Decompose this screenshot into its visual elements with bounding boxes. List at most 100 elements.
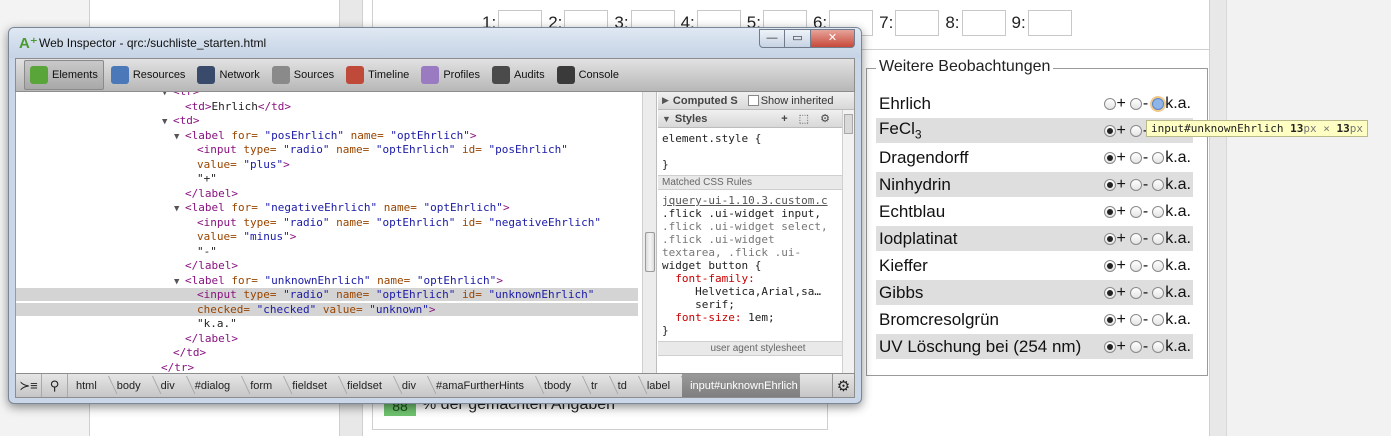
gear-icon[interactable]: ⚙ <box>832 374 854 397</box>
radio-minus[interactable] <box>1129 97 1142 110</box>
close-button[interactable]: ✕ <box>811 29 855 48</box>
title-bar[interactable]: A⁺ Web Inspector - qrc:/suchliste_starte… <box>9 28 861 58</box>
tab-profiles[interactable]: Profiles <box>416 60 485 90</box>
radio-plus[interactable] <box>1103 286 1116 299</box>
radio-minus[interactable] <box>1129 286 1142 299</box>
radio-unknown[interactable] <box>1152 340 1165 353</box>
radio-plus[interactable] <box>1103 124 1116 137</box>
radio-unknown[interactable] <box>1152 286 1165 299</box>
dom-node-line[interactable]: value= "plus"> <box>16 158 638 171</box>
breadcrumb-current[interactable]: input#unknownEhrlich <box>682 374 801 397</box>
breadcrumb-item[interactable]: div <box>153 374 187 397</box>
number-input[interactable] <box>895 10 940 36</box>
styles-scrollbar-thumb[interactable] <box>844 114 853 134</box>
radio-plus[interactable] <box>1103 340 1116 353</box>
minimize-button[interactable]: — <box>759 29 785 48</box>
dom-node-line[interactable]: </label> <box>16 332 638 345</box>
breadcrumb-item[interactable]: html <box>68 374 109 397</box>
dom-node-line[interactable]: <input type= "radio" name= "optEhrlich" … <box>16 288 638 301</box>
show-inherited-checkbox[interactable] <box>747 95 759 106</box>
radio-plus[interactable] <box>1103 232 1116 245</box>
radio-minus[interactable] <box>1129 151 1142 164</box>
tab-resources[interactable]: Resources <box>106 60 191 90</box>
dom-node-line[interactable]: ▼ <label for= "unknownEhrlich" name= "opt… <box>16 274 638 287</box>
breadcrumb-item[interactable]: tr <box>583 374 610 397</box>
dom-node-line[interactable]: "k.a." <box>16 317 638 330</box>
radio-plus[interactable] <box>1103 151 1116 164</box>
dom-node-line[interactable]: checked= "checked" value= "unknown"> <box>16 302 638 316</box>
radio-unknown[interactable] <box>1152 313 1165 326</box>
breadcrumb-item[interactable]: tbody <box>536 374 583 397</box>
console-toggle-button[interactable]: ≻≡ <box>16 374 42 397</box>
radio-plus[interactable] <box>1103 259 1116 272</box>
disclosure-triangle-icon[interactable]: ▼ <box>174 203 185 216</box>
radio-plus[interactable] <box>1103 313 1116 326</box>
stylesheet-link[interactable]: jquery-ui-1.10.3.custom.c <box>662 194 850 207</box>
radio-plus[interactable] <box>1103 97 1116 110</box>
tab-elements[interactable]: Elements <box>24 60 104 90</box>
dom-node-line[interactable]: </label> <box>16 187 638 200</box>
radio-minus[interactable] <box>1129 259 1142 272</box>
tab-audits[interactable]: Audits <box>487 60 550 90</box>
breadcrumb-item[interactable]: #dialog <box>187 374 242 397</box>
dom-tree[interactable]: ▼<tr> <td>Ehrlich</td>▼<td> ▼<label for= "… <box>16 92 642 373</box>
radio-plus[interactable] <box>1103 178 1116 191</box>
dom-node-line[interactable]: <input type= "radio" name= "optEhrlich" … <box>16 216 638 229</box>
number-input[interactable] <box>961 10 1006 36</box>
matched-rule[interactable]: jquery-ui-1.10.3.custom.c .flick .ui-wid… <box>658 190 854 341</box>
disclosure-triangle-icon[interactable]: ▼ <box>174 131 185 144</box>
radio-unknown[interactable] <box>1152 178 1165 191</box>
dom-node-line[interactable]: </td> <box>16 346 638 359</box>
styles-actions-icon[interactable]: + ⬚ ⚙ <box>781 112 834 125</box>
breadcrumb-item[interactable]: label <box>639 374 682 397</box>
breadcrumb-item[interactable]: #amaFurtherHints <box>428 374 536 397</box>
disclosure-triangle-icon[interactable]: ▼ <box>174 276 185 289</box>
radio-unknown[interactable] <box>1152 151 1165 164</box>
observation-row: Kieffer + - k.a. <box>876 253 1193 278</box>
dom-node-line[interactable]: ▼ <label for= "negativeEhrlich" name= "op… <box>16 201 638 214</box>
radio-unknown[interactable] <box>1152 232 1165 245</box>
breadcrumb-item[interactable]: body <box>109 374 153 397</box>
unknown-label: k.a. <box>1165 283 1191 301</box>
dom-node-line[interactable]: </tr> <box>16 361 638 374</box>
element-style-selector: element.style { <box>662 132 762 145</box>
number-input[interactable] <box>1027 10 1072 36</box>
styles-header[interactable]: ▼ Styles + ⬚ ⚙ <box>658 110 854 128</box>
tab-network[interactable]: Network <box>192 60 264 90</box>
radio-minus[interactable] <box>1129 205 1142 218</box>
breadcrumb-item[interactable]: div <box>394 374 428 397</box>
tab-sources[interactable]: Sources <box>267 60 339 90</box>
radio-unknown[interactable] <box>1152 97 1165 110</box>
radio-minus[interactable] <box>1129 340 1142 353</box>
breadcrumb-item[interactable]: fieldset <box>339 374 394 397</box>
styles-scrollbar[interactable] <box>842 110 854 373</box>
radio-minus[interactable] <box>1129 124 1142 137</box>
disclosure-triangle-icon[interactable]: ▼ <box>162 116 173 129</box>
dom-node-line[interactable]: "+" <box>16 172 638 185</box>
dom-node-line[interactable]: <input type= "radio" name= "optEhrlich" … <box>16 143 638 156</box>
tab-timeline[interactable]: Timeline <box>341 60 414 90</box>
radio-plus[interactable] <box>1103 205 1116 218</box>
breadcrumb-item[interactable]: form <box>242 374 284 397</box>
maximize-button[interactable]: ▭ <box>785 29 811 48</box>
dom-node-line[interactable]: ▼ <label for= "posEhrlich" name= "optEhrl… <box>16 129 638 142</box>
radio-minus[interactable] <box>1129 313 1142 326</box>
search-icon[interactable]: ⚲ <box>42 374 68 397</box>
radio-minus[interactable] <box>1129 178 1142 191</box>
tab-console[interactable]: Console <box>552 60 624 90</box>
dom-node-line[interactable]: "-" <box>16 245 638 258</box>
breadcrumb-item[interactable]: fieldset <box>284 374 339 397</box>
dom-node-line[interactable]: ▼ <td> <box>16 114 638 127</box>
dom-scrollbar-thumb[interactable] <box>645 232 655 272</box>
dom-node-line[interactable]: ▼<tr> <box>16 92 638 98</box>
radio-minus[interactable] <box>1129 232 1142 245</box>
element-style-rule[interactable]: element.style { } <box>658 128 854 175</box>
computed-style-header[interactable]: ▶ Computed S Show inherited <box>658 92 854 110</box>
dom-scrollbar[interactable] <box>642 92 657 373</box>
dom-node-line[interactable]: value= "minus"> <box>16 230 638 243</box>
breadcrumb-item[interactable]: td <box>610 374 639 397</box>
dom-node-line[interactable]: </label> <box>16 259 638 272</box>
radio-unknown[interactable] <box>1152 259 1165 272</box>
dom-node-line[interactable]: <td>Ehrlich</td> <box>16 100 638 113</box>
radio-unknown[interactable] <box>1152 205 1165 218</box>
